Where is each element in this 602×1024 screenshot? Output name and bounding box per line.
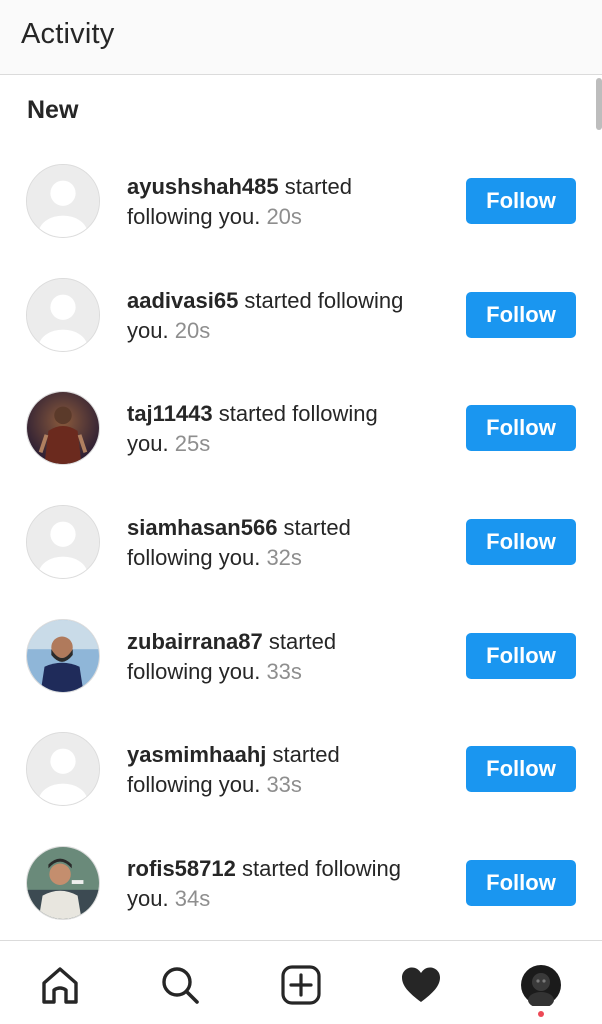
activity-message: started following	[238, 287, 404, 313]
username-link[interactable]: aadivasi65	[127, 288, 238, 313]
user-avatar[interactable]	[26, 505, 100, 580]
activity-message: started	[278, 174, 353, 199]
activity-text: aadivasi65 started following you. 20s	[127, 286, 437, 346]
username-link[interactable]: taj11443	[127, 401, 213, 426]
activity-item[interactable]: ayushshah485 started following you. 20s Fo…	[0, 144, 602, 258]
follow-button[interactable]: Follow	[466, 746, 576, 793]
activity-item[interactable]: yasmimhaahj started following you. 33s Fol…	[0, 712, 602, 826]
timestamp: 20s	[174, 317, 211, 343]
username-link[interactable]: rofis58712	[127, 856, 236, 881]
page-title: Activity	[21, 18, 115, 50]
timestamp: 34s	[174, 886, 211, 912]
activity-message-cont: you.	[127, 317, 169, 343]
scrollbar[interactable]	[596, 78, 602, 130]
activity-item[interactable]: siamhasan566 started following you. 32s Fo…	[0, 485, 602, 599]
user-avatar[interactable]	[26, 277, 100, 352]
timestamp: 32s	[266, 545, 302, 571]
activity-item[interactable]: taj11443 started following you. 25s Follow	[0, 371, 602, 485]
activity-heart-icon[interactable]	[399, 963, 443, 1007]
activity-message: started	[277, 515, 351, 541]
profile-avatar[interactable]	[519, 963, 563, 1007]
timestamp: 33s	[266, 658, 302, 684]
activity-message-cont: following you.	[127, 658, 261, 684]
username-link[interactable]: yasmimhaahj	[127, 742, 266, 767]
activity-message-cont: following you.	[127, 545, 261, 571]
activity-message-cont: you.	[127, 431, 169, 457]
home-icon[interactable]	[38, 963, 82, 1007]
new-post-icon[interactable]	[279, 963, 323, 1007]
username-link[interactable]: siamhasan566	[127, 515, 277, 540]
timestamp: 33s	[266, 772, 302, 798]
activity-message-cont: following you.	[127, 204, 261, 229]
activity-message: started	[262, 628, 337, 654]
activity-list: ayushshah485 started following you. 20s Fo…	[0, 144, 602, 940]
activity-item[interactable]: aadivasi65 started following you. 20s Foll…	[0, 258, 602, 372]
activity-text: rofis58712 started following you. 34s	[127, 854, 437, 914]
follow-button[interactable]: Follow	[466, 405, 576, 452]
user-avatar[interactable]	[26, 164, 100, 238]
user-avatar[interactable]	[26, 846, 100, 921]
follow-button[interactable]: Follow	[466, 860, 576, 907]
search-icon[interactable]	[158, 963, 202, 1007]
activity-text: taj11443 started following you. 25s	[127, 399, 437, 459]
activity-text: ayushshah485 started following you. 20s	[127, 172, 437, 232]
timestamp: 20s	[266, 204, 302, 229]
activity-text: yasmimhaahj started following you. 33s	[127, 740, 437, 800]
activity-item[interactable]: zubairrana87 started following you. 33s Fo…	[0, 599, 602, 713]
follow-button[interactable]: Follow	[466, 632, 576, 679]
activity-message: started	[266, 742, 340, 768]
username-link[interactable]: ayushshah485	[127, 174, 279, 199]
notification-dot	[538, 1011, 544, 1017]
follow-button[interactable]: Follow	[466, 519, 576, 566]
activity-message-cont: following you.	[127, 772, 261, 798]
activity-message: started following	[212, 401, 378, 427]
user-avatar[interactable]	[26, 732, 100, 807]
activity-message: started following	[235, 856, 401, 882]
top-bar: Activity	[0, 0, 602, 75]
activity-text: siamhasan566 started following you. 32s	[127, 513, 437, 573]
bottom-navigation	[0, 940, 602, 1024]
activity-text: zubairrana87 started following you. 33s	[127, 627, 437, 687]
user-avatar[interactable]	[26, 391, 100, 466]
follow-button[interactable]: Follow	[466, 291, 576, 338]
timestamp: 25s	[174, 431, 211, 457]
activity-item[interactable]: rofis58712 started following you. 34s Foll…	[0, 826, 602, 940]
activity-message-cont: you.	[127, 886, 169, 912]
username-link[interactable]: zubairrana87	[127, 629, 263, 654]
user-avatar[interactable]	[26, 618, 100, 693]
follow-button[interactable]: Follow	[466, 178, 576, 224]
section-title-new: New	[27, 96, 79, 124]
